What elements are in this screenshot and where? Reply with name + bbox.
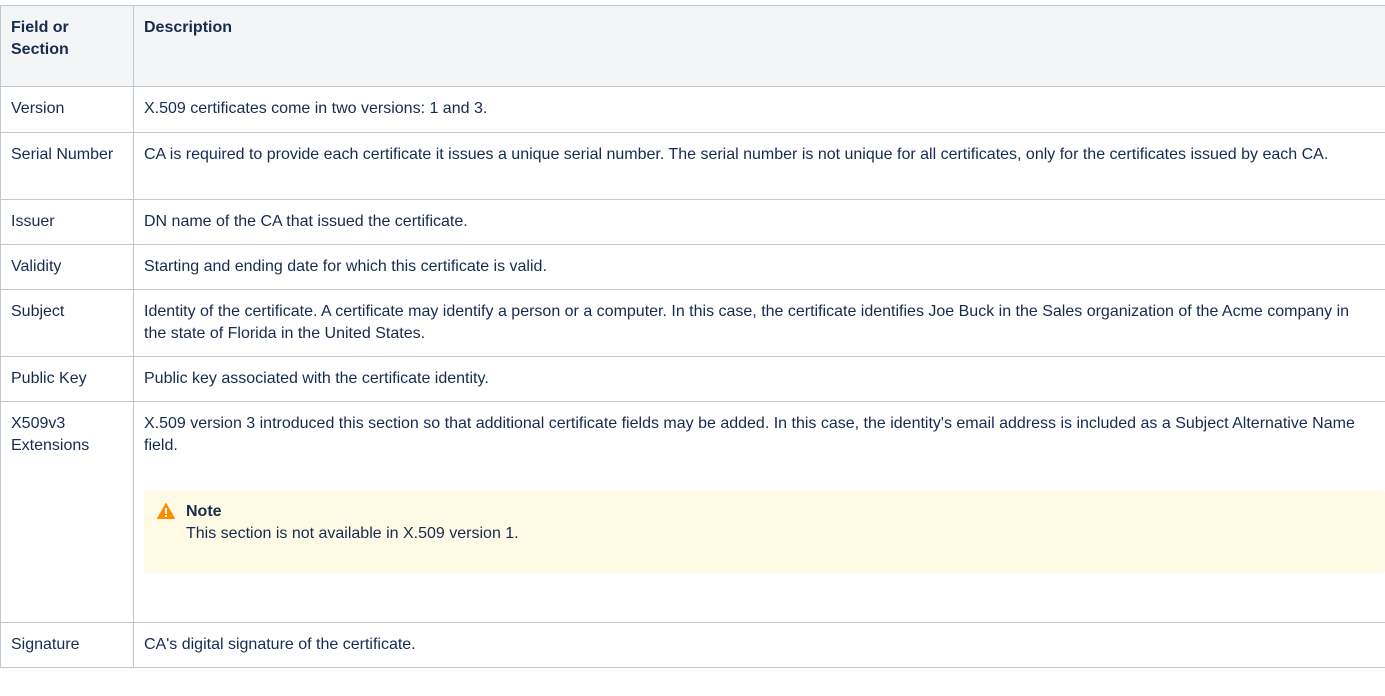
note-panel: Note This section is not available in X.… <box>144 491 1385 573</box>
row-field: Serial Number <box>0 132 134 200</box>
table-row: Signature CA's digital signature of the … <box>0 622 1385 668</box>
row-field: Version <box>0 86 134 133</box>
row-description: Starting and ending date for which this … <box>133 244 1385 290</box>
row-description: Identity of the certificate. A certifica… <box>133 289 1385 357</box>
table-row: X509v3 Extensions X.509 version 3 introd… <box>0 401 1385 623</box>
table-row: Validity Starting and ending date for wh… <box>0 244 1385 290</box>
row-field: Subject <box>0 289 134 357</box>
row-description: DN name of the CA that issued the certif… <box>133 199 1385 245</box>
certificate-fields-table: Field or Section Description Version X.5… <box>0 5 1385 668</box>
row-description-cell: X.509 version 3 introduced this section … <box>133 401 1385 623</box>
row-field: Issuer <box>0 199 134 245</box>
row-description: X.509 version 3 introduced this section … <box>144 415 1355 454</box>
note-spacer <box>144 457 1375 491</box>
row-description: X.509 certificates come in two versions:… <box>133 86 1385 133</box>
table-header-row: Field or Section Description <box>0 5 1385 87</box>
row-field: X509v3 Extensions <box>0 401 134 623</box>
table-row: Subject Identity of the certificate. A c… <box>0 289 1385 357</box>
header-field-or-section: Field or Section <box>0 5 134 87</box>
table-row: Version X.509 certificates come in two v… <box>0 86 1385 133</box>
table-row: Issuer DN name of the CA that issued the… <box>0 199 1385 245</box>
table-row: Serial Number CA is required to provide … <box>0 132 1385 200</box>
warning-icon <box>157 503 175 519</box>
note-title: Note <box>186 503 222 520</box>
header-description: Description <box>133 5 1385 87</box>
note-bottom-spacer <box>144 573 1375 605</box>
row-description: CA's digital signature of the certificat… <box>133 622 1385 668</box>
row-field: Signature <box>0 622 134 668</box>
table-row: Public Key Public key associated with th… <box>0 356 1385 402</box>
note-text: This section is not available in X.509 v… <box>186 525 519 542</box>
row-description: CA is required to provide each certifica… <box>133 132 1385 200</box>
row-description: Public key associated with the certifica… <box>133 356 1385 402</box>
row-field: Public Key <box>0 356 134 402</box>
row-field: Validity <box>0 244 134 290</box>
